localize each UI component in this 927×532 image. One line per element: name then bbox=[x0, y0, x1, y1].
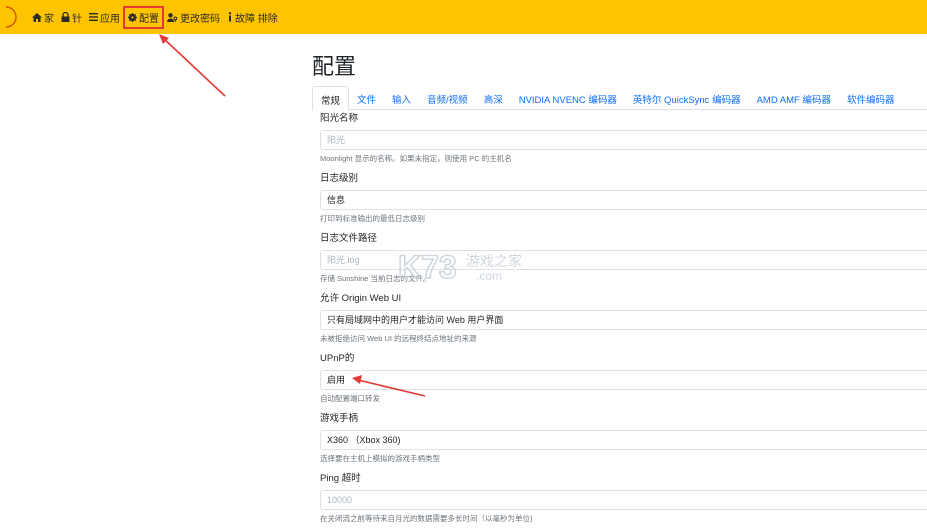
field-label: 允许 Origin Web UI bbox=[320, 293, 402, 304]
field-help: 在关闭流之前等待来自月光的数据需要多长时间（以毫秒为单位) bbox=[320, 514, 533, 523]
user-key-icon bbox=[167, 12, 178, 22]
field-log-level: 日志级别 信息 打印到标准输出的最低日志级别 bbox=[320, 172, 927, 224]
list-icon bbox=[89, 13, 98, 21]
info-icon bbox=[228, 12, 232, 22]
field-help: 存储 Sunshine 当前日志的文件。 bbox=[320, 274, 431, 283]
general-settings-form: 阳光名称 阳光 Moonlight 显示的名称。如果未指定，则使用 PC 的主机… bbox=[320, 112, 927, 524]
field-help: 自动配置端口转发 bbox=[320, 394, 380, 403]
tab-software[interactable]: 软件编码器 bbox=[839, 86, 903, 110]
nav-item-troubleshoot[interactable]: 故障 排除 bbox=[227, 10, 278, 25]
nav-label: 针 bbox=[72, 13, 82, 25]
tab-audio-video[interactable]: 音频/视频 bbox=[419, 86, 476, 110]
log-path-input[interactable]: 阳光.log bbox=[320, 250, 927, 270]
field-help: 打印到标准输出的最低日志级别 bbox=[320, 214, 425, 223]
tab-general[interactable]: 常规 bbox=[312, 86, 350, 111]
nav-label: 配置 bbox=[139, 13, 159, 25]
tab-nvenc[interactable]: NVIDIA NVENC 编码器 bbox=[511, 86, 625, 110]
lock-icon bbox=[61, 12, 70, 22]
nav-item-home[interactable]: 家 bbox=[32, 10, 54, 25]
nav-item-pin[interactable]: 针 bbox=[61, 10, 82, 25]
field-label: 阳光名称 bbox=[320, 113, 359, 124]
field-label: 日志文件路径 bbox=[320, 233, 378, 244]
nav-item-config[interactable]: 配置 bbox=[123, 5, 164, 29]
home-icon bbox=[32, 12, 42, 22]
tab-input[interactable]: 输入 bbox=[384, 86, 419, 110]
nav-label: 应用 bbox=[100, 13, 120, 25]
config-tabs: 常规 文件 输入 音频/视频 高深 NVIDIA NVENC 编码器 英特尔 Q… bbox=[312, 86, 927, 111]
field-upnp: UPnP的 启用 自动配置端口转发 bbox=[320, 352, 927, 404]
nav-item-change-password[interactable]: 更改密码 bbox=[167, 10, 220, 25]
annotation-arrow-config bbox=[159, 34, 226, 97]
nav-label: 故障 排除 bbox=[235, 13, 278, 25]
top-navbar: 家 针 应用 配置 更改密码 故障 排除 bbox=[0, 0, 927, 34]
gear-icon bbox=[128, 12, 137, 22]
log-level-select[interactable]: 信息 bbox=[320, 190, 927, 210]
field-gamepad: 游戏手柄 X360 （Xbox 360) 选择要在主机上模拟的游戏手柄类型 bbox=[320, 412, 927, 464]
app-logo[interactable] bbox=[0, 4, 20, 30]
field-log-path: 日志文件路径 阳光.log 存储 Sunshine 当前日志的文件。 bbox=[320, 232, 927, 284]
field-sunshine-name: 阳光名称 阳光 Moonlight 显示的名称。如果未指定，则使用 PC 的主机… bbox=[320, 112, 927, 164]
upnp-select[interactable]: 启用 bbox=[320, 370, 927, 390]
tab-quicksync[interactable]: 英特尔 QuickSync 编码器 bbox=[625, 86, 749, 110]
field-help: 选择要在主机上模拟的游戏手柄类型 bbox=[320, 454, 440, 463]
tab-advanced[interactable]: 高深 bbox=[476, 86, 511, 110]
field-label: UPnP的 bbox=[320, 353, 355, 364]
page-title: 配置 bbox=[312, 54, 357, 79]
field-help: Moonlight 显示的名称。如果未指定，则使用 PC 的主机名 bbox=[320, 154, 512, 163]
tab-files[interactable]: 文件 bbox=[349, 86, 384, 110]
tab-amf[interactable]: AMD AMF 编码器 bbox=[749, 86, 839, 110]
nav-label: 更改密码 bbox=[180, 13, 220, 25]
nav-item-apps[interactable]: 应用 bbox=[89, 10, 120, 25]
nav-label: 家 bbox=[44, 13, 54, 25]
field-label: 日志级别 bbox=[320, 173, 359, 184]
field-origin-web-ui: 允许 Origin Web UI 只有局域网中的用户才能访问 Web 用户界面 … bbox=[320, 292, 927, 344]
field-ping-timeout: Ping 超时 10000 在关闭流之前等待来自月光的数据需要多长时间（以毫秒为… bbox=[320, 472, 927, 524]
origin-web-ui-select[interactable]: 只有局域网中的用户才能访问 Web 用户界面 bbox=[320, 310, 927, 330]
field-label: 游戏手柄 bbox=[320, 413, 359, 424]
field-help: 未被拒绝访问 Web UI 的远程终结点地址的来源 bbox=[320, 334, 477, 343]
field-label: Ping 超时 bbox=[320, 473, 361, 484]
gamepad-select[interactable]: X360 （Xbox 360) bbox=[320, 430, 927, 450]
ping-timeout-input[interactable]: 10000 bbox=[320, 490, 927, 510]
sunshine-name-input[interactable]: 阳光 bbox=[320, 130, 927, 150]
